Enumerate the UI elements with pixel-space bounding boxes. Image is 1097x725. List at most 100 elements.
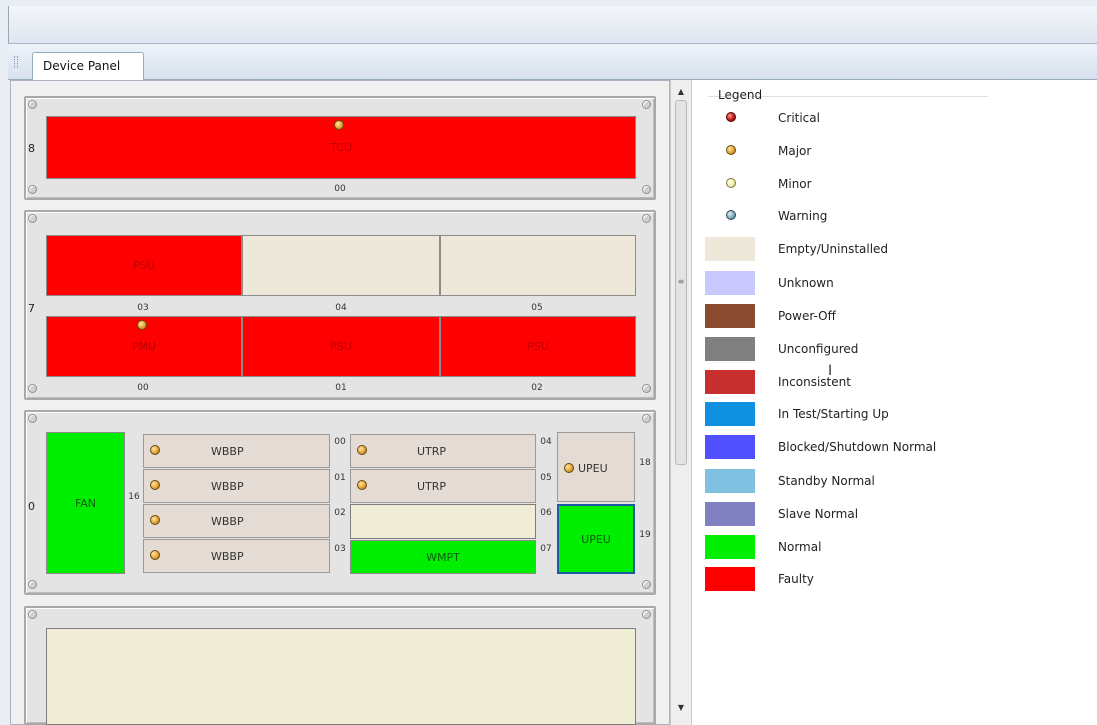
board-label: WBBP xyxy=(211,480,244,493)
legend-item-label: Slave Normal xyxy=(778,507,859,521)
slot-number: 00 xyxy=(137,383,149,393)
text-cursor-icon: I xyxy=(828,363,833,379)
major-alarm-icon xyxy=(726,145,736,155)
board-label: UTRP xyxy=(417,445,447,458)
board-label: UPEU xyxy=(581,532,611,546)
legend-item-label: Power-Off xyxy=(778,309,836,323)
board-label: WBBP xyxy=(211,550,244,563)
screw-icon xyxy=(28,185,37,194)
title-bar xyxy=(8,6,1097,44)
board-label: PSU xyxy=(330,340,352,353)
board-label: WMPT xyxy=(426,550,460,564)
legend-item-label: Unknown xyxy=(778,276,834,290)
board-label: UTRP xyxy=(417,480,447,493)
board-label: UPEU xyxy=(578,462,608,475)
screw-icon xyxy=(642,580,651,589)
board-psu[interactable]: PSU xyxy=(46,235,242,296)
legend-item-label: Empty/Uninstalled xyxy=(778,242,889,256)
legend-swatch xyxy=(705,567,755,591)
slot-number: 05 xyxy=(531,303,543,313)
major-alarm-icon[interactable] xyxy=(150,515,160,525)
legend-swatch xyxy=(705,337,755,361)
screw-icon xyxy=(28,384,37,393)
legend-item-label: Standby Normal xyxy=(778,474,875,488)
board-label: PMU xyxy=(131,340,157,353)
major-alarm-icon[interactable] xyxy=(150,550,160,560)
legend-item-label: Faulty xyxy=(778,572,814,586)
legend-item-label: Critical xyxy=(778,111,820,125)
screw-icon xyxy=(28,580,37,589)
screw-icon xyxy=(28,214,37,223)
screw-icon xyxy=(642,100,651,109)
board-label: WBBP xyxy=(211,515,244,528)
major-alarm-icon[interactable] xyxy=(137,320,147,330)
major-alarm-icon[interactable] xyxy=(357,445,367,455)
slot-empty[interactable] xyxy=(242,235,440,296)
row-number: 8 xyxy=(28,142,35,155)
legend-swatch xyxy=(705,237,755,261)
scroll-up-icon[interactable]: ▲ xyxy=(670,84,692,100)
slot-number: 05 xyxy=(540,473,552,483)
slot-number: 16 xyxy=(128,492,140,502)
legend-swatch xyxy=(705,435,755,459)
legend-item-label: In Test/Starting Up xyxy=(778,407,889,421)
slot-number: 00 xyxy=(334,437,346,447)
slot-number: 07 xyxy=(540,544,552,554)
legend-item-label: Normal xyxy=(778,540,822,554)
slot-number: 03 xyxy=(334,544,346,554)
board-upeu[interactable]: UPEU xyxy=(557,504,635,574)
legend-swatch xyxy=(705,502,755,526)
slot-number: 03 xyxy=(137,303,149,313)
major-alarm-icon[interactable] xyxy=(564,463,574,473)
tab-device-panel[interactable]: Device Panel xyxy=(32,52,144,81)
legend-item-label: Blocked/Shutdown Normal xyxy=(778,440,937,454)
legend-item-label: Unconfigured xyxy=(778,342,859,356)
major-alarm-icon[interactable] xyxy=(357,480,367,490)
grip-icon: ≡ xyxy=(677,277,685,286)
row-number: 0 xyxy=(28,500,35,513)
tab-grip-icon[interactable] xyxy=(14,56,18,68)
legend-swatch xyxy=(705,469,755,493)
screw-icon xyxy=(28,100,37,109)
slot-number: 02 xyxy=(531,383,543,393)
slot-empty[interactable] xyxy=(46,628,636,725)
major-alarm-icon[interactable] xyxy=(150,480,160,490)
screw-icon xyxy=(642,185,651,194)
legend-swatch xyxy=(705,271,755,295)
screw-icon xyxy=(642,414,651,423)
legend-title: Legend xyxy=(718,88,763,102)
minor-alarm-icon xyxy=(726,178,736,188)
legend-swatch xyxy=(705,370,755,394)
major-alarm-icon[interactable] xyxy=(334,120,344,130)
board-label: FAN xyxy=(74,496,97,510)
board-label: PSU xyxy=(133,259,155,272)
critical-alarm-icon xyxy=(726,112,736,122)
major-alarm-icon[interactable] xyxy=(150,445,160,455)
slot-number: 06 xyxy=(540,508,552,518)
screw-icon xyxy=(642,214,651,223)
board-label: TCU xyxy=(330,141,352,154)
slot-number: 04 xyxy=(335,303,347,313)
warning-alarm-icon xyxy=(726,210,736,220)
slot-number: 01 xyxy=(334,473,346,483)
scroll-down-icon[interactable]: ▼ xyxy=(670,700,692,716)
board-fan[interactable]: FAN xyxy=(46,432,125,574)
screw-icon xyxy=(642,384,651,393)
slot-empty[interactable] xyxy=(440,235,636,296)
board-psu[interactable]: PSU xyxy=(242,316,440,377)
board-psu[interactable]: PSU xyxy=(440,316,636,377)
board-wmpt[interactable]: WMPT xyxy=(350,540,536,574)
slot-number: 02 xyxy=(334,508,346,518)
row-number: 7 xyxy=(28,302,35,315)
tab-strip xyxy=(8,44,1097,80)
legend-swatch xyxy=(705,304,755,328)
slot-number: 01 xyxy=(335,383,347,393)
legend-item-label: Inconsistent xyxy=(778,375,851,389)
slot-empty[interactable] xyxy=(350,504,536,539)
board-label: PSU xyxy=(527,340,549,353)
slot-number: 19 xyxy=(639,530,651,540)
screw-icon xyxy=(28,610,37,619)
legend-swatch xyxy=(705,535,755,559)
slot-number: 04 xyxy=(540,437,552,447)
board-label: WBBP xyxy=(211,445,244,458)
